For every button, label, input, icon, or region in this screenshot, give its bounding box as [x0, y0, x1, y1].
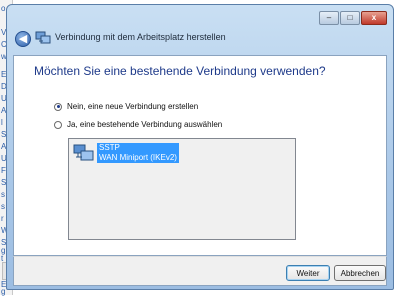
minimize-button[interactable]: – [319, 11, 339, 25]
close-button[interactable]: x [361, 11, 387, 25]
network-connection-icon [35, 31, 51, 44]
back-arrow-icon: ◀ [18, 33, 28, 45]
network-adapter-icon [73, 144, 94, 161]
wizard-dialog: ◀ Verbindung mit dem Arbeitsplatz herste… [6, 4, 394, 290]
connection-device: WAN Miniport (IKEv2) [99, 153, 177, 162]
radio-new-connection[interactable] [54, 102, 62, 111]
background-text: l [1, 118, 3, 127]
button-bar: Weiter Abbrechen [13, 256, 387, 286]
window-title: Verbindung mit dem Arbeitsplatz herstell… [55, 32, 226, 42]
option-existing-connection-label: Ja, eine bestehende Verbindung auswählen [67, 120, 223, 129]
background-text: o [1, 4, 6, 13]
background-text: s [1, 190, 5, 199]
cancel-button[interactable]: Abbrechen [334, 265, 386, 281]
background-text: r [1, 214, 4, 223]
option-existing-connection[interactable]: Ja, eine bestehende Verbindung auswählen [54, 120, 222, 129]
title-bar[interactable]: ◀ Verbindung mit dem Arbeitsplatz herste… [7, 5, 393, 57]
option-new-connection[interactable]: Nein, eine neue Verbindung erstellen [54, 102, 198, 111]
option-new-connection-label: Nein, eine neue Verbindung erstellen [67, 102, 199, 111]
radio-existing-connection[interactable] [54, 120, 62, 129]
back-button[interactable]: ◀ [15, 31, 31, 47]
connection-item-text: SSTP WAN Miniport (IKEv2) [97, 143, 179, 163]
list-item[interactable]: SSTP WAN Miniport (IKEv2) [73, 143, 179, 163]
connection-name: SSTP [99, 143, 120, 152]
caption-buttons: – □ x [319, 11, 387, 25]
wizard-content: Möchten Sie eine bestehende Verbindung v… [13, 55, 387, 256]
maximize-button[interactable]: □ [340, 11, 360, 25]
background-text: s [1, 202, 5, 211]
page-heading: Möchten Sie eine bestehende Verbindung v… [34, 64, 326, 78]
next-button[interactable]: Weiter [286, 265, 330, 281]
connection-list[interactable]: SSTP WAN Miniport (IKEv2) [68, 138, 296, 240]
